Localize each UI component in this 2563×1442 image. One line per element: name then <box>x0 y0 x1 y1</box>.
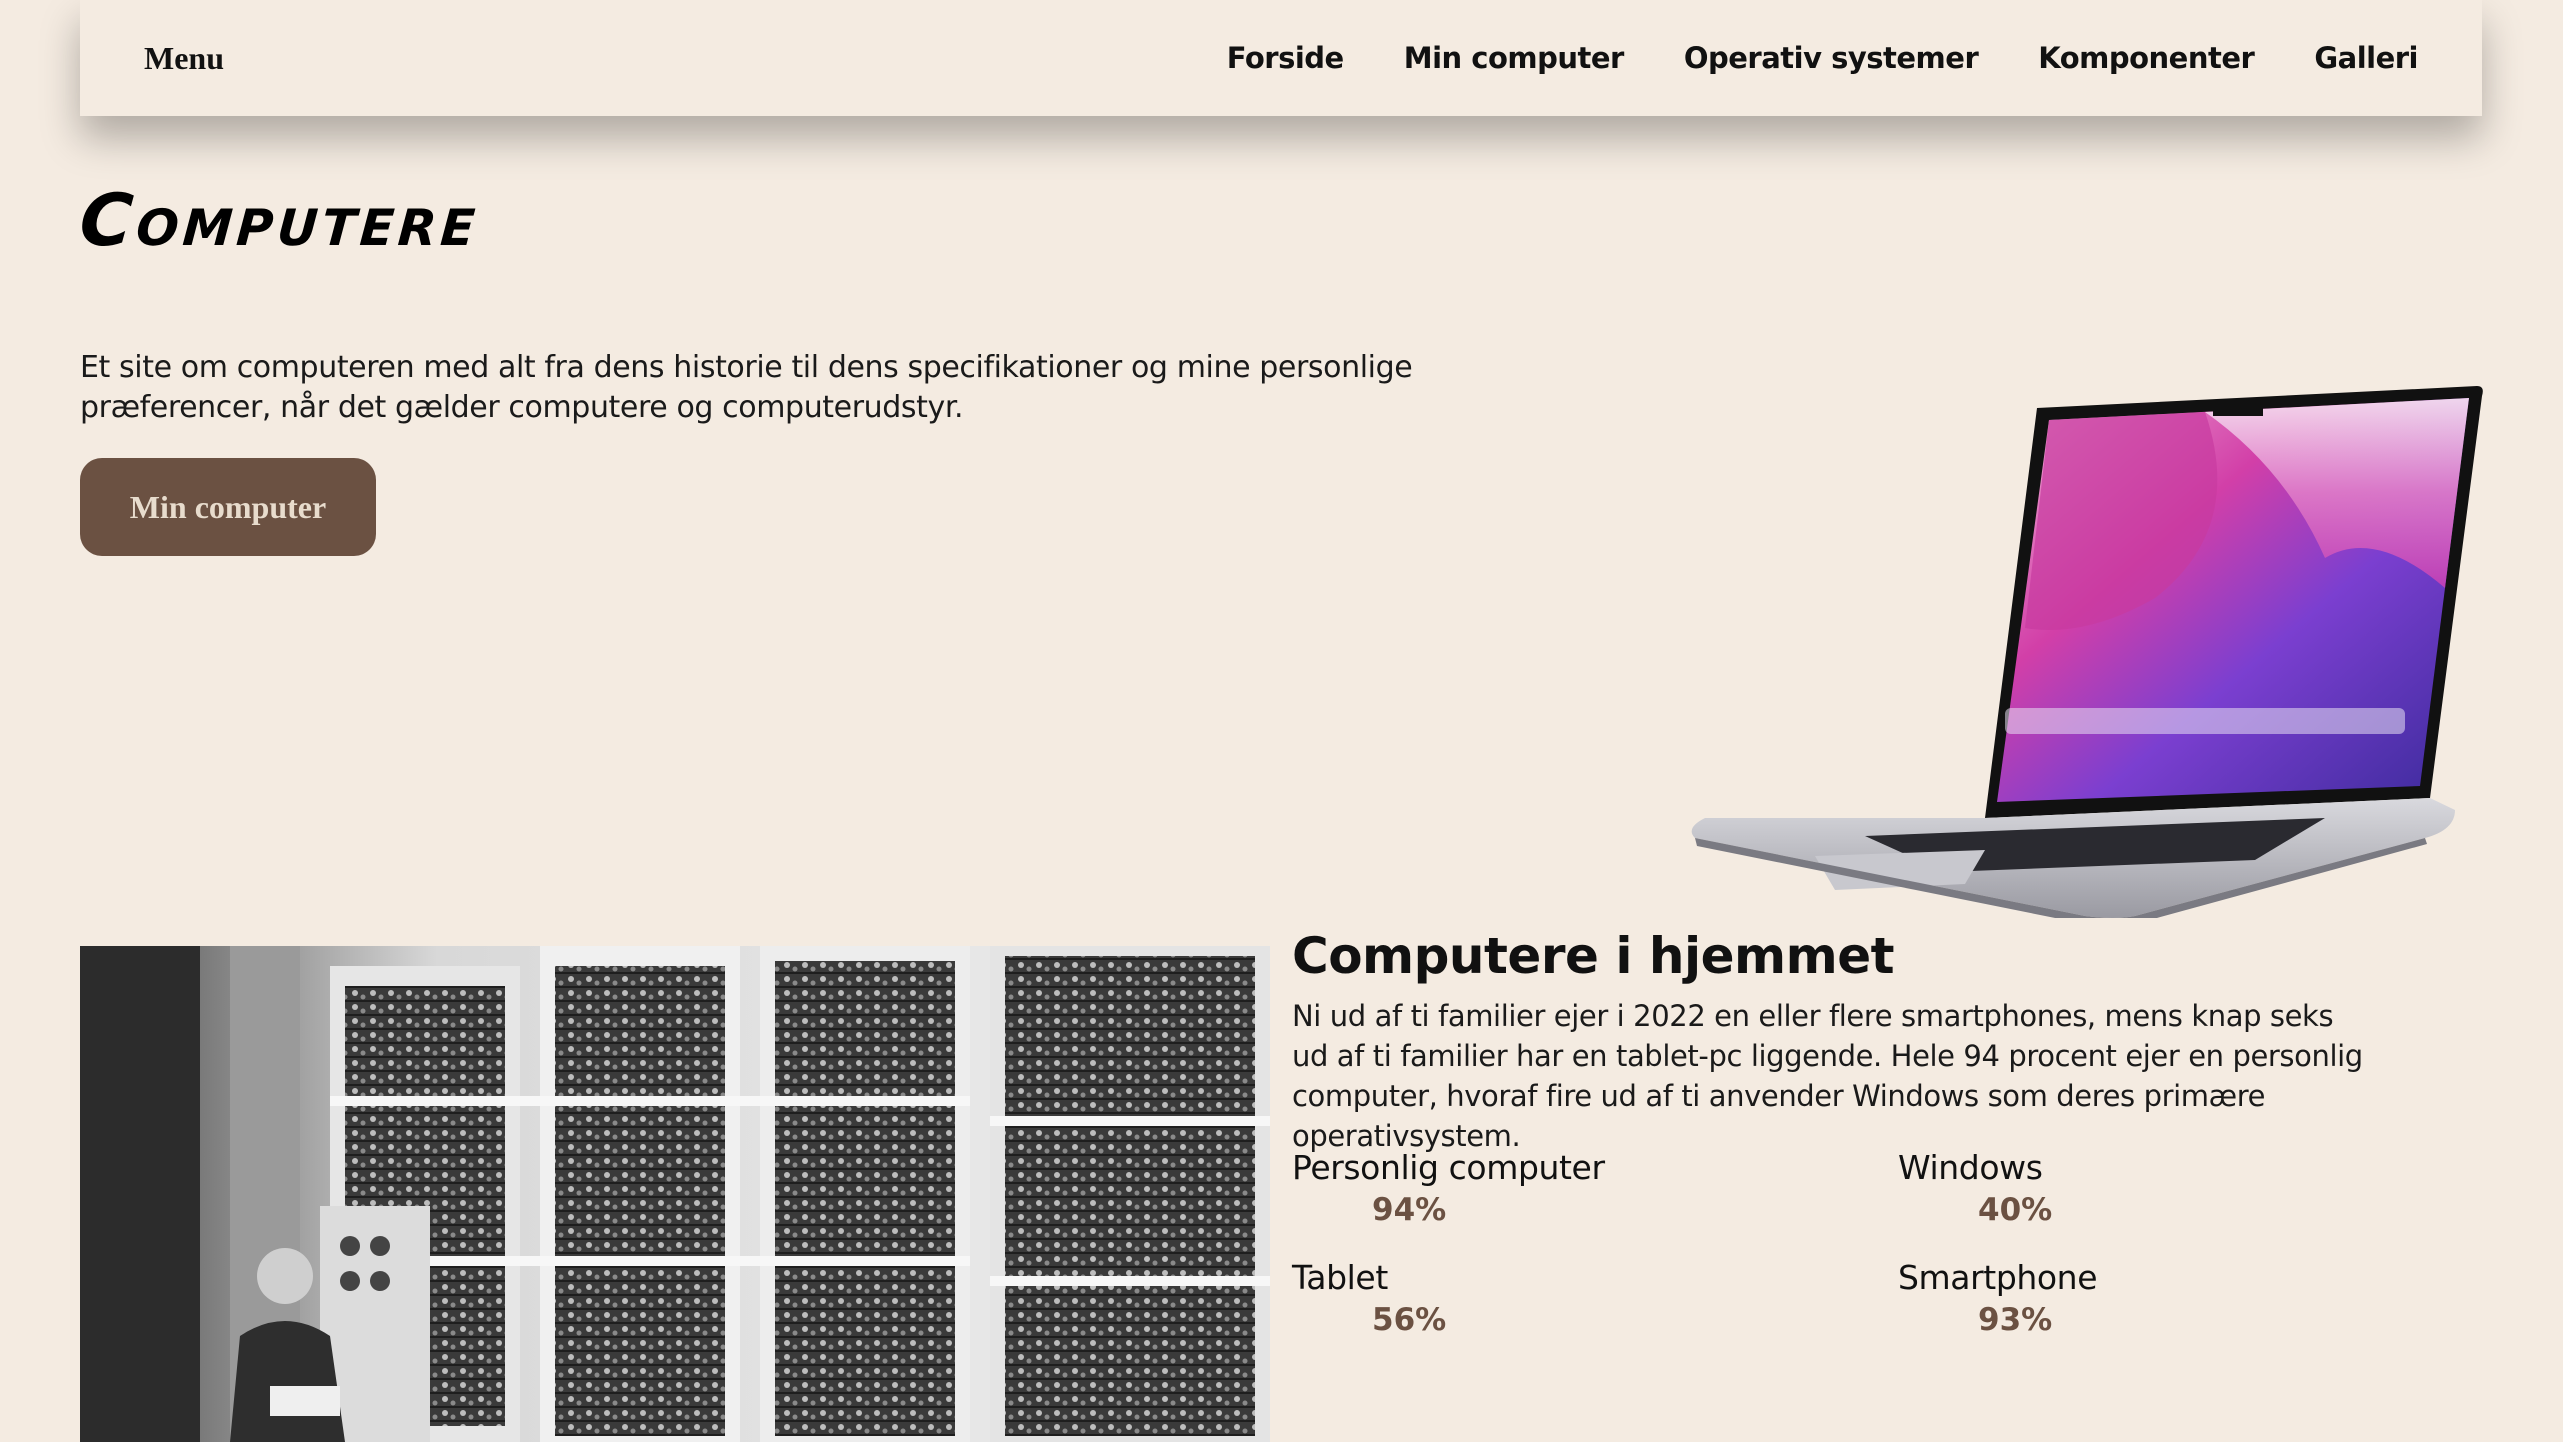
stat-value: 40% <box>1978 1192 2053 1228</box>
stat-windows: Windows 40% <box>1898 1146 2458 1230</box>
stat-smartphone: Smartphone 93% <box>1898 1256 2458 1340</box>
nav-link-komponenter[interactable]: Komponenter <box>2038 41 2255 75</box>
nav-link-galleri[interactable]: Galleri <box>2314 41 2418 75</box>
nav-link-min-computer[interactable]: Min computer <box>1404 41 1625 75</box>
historic-computer-photo <box>80 946 1270 1442</box>
stat-label: Smartphone <box>1898 1258 2098 1297</box>
stat-value: 93% <box>1978 1302 2053 1338</box>
page-title: Computere <box>77 178 483 262</box>
home-computers-section: Computere i hjemmet Ni ud af ti familier… <box>1292 924 2492 1156</box>
nav-link-operativ-systemer[interactable]: Operativ systemer <box>1684 41 1979 75</box>
stat-label: Personlig computer <box>1292 1148 1605 1187</box>
top-navbar: Menu Forside Min computer Operativ syste… <box>80 0 2482 116</box>
section-text: Ni ud af ti familier ejer i 2022 en elle… <box>1292 999 2363 1153</box>
min-computer-button[interactable]: Min computer <box>80 458 376 556</box>
stat-label: Windows <box>1898 1148 2043 1187</box>
stat-tablet: Tablet 56% <box>1292 1256 1852 1340</box>
stat-label: Tablet <box>1292 1258 1388 1297</box>
section-title: Computere i hjemmet <box>1292 927 1895 985</box>
stat-value: 94% <box>1372 1192 1447 1228</box>
stat-value: 56% <box>1372 1302 1447 1338</box>
intro-text: Et site om computeren med alt fra dens h… <box>80 350 1413 425</box>
stat-personlig-computer: Personlig computer 94% <box>1292 1146 1852 1230</box>
laptop-image <box>1691 386 2483 918</box>
menu-button[interactable]: Menu <box>144 40 224 77</box>
nav-link-forside[interactable]: Forside <box>1227 41 1345 75</box>
nav-links: Forside Min computer Operativ systemer K… <box>1227 41 2419 75</box>
